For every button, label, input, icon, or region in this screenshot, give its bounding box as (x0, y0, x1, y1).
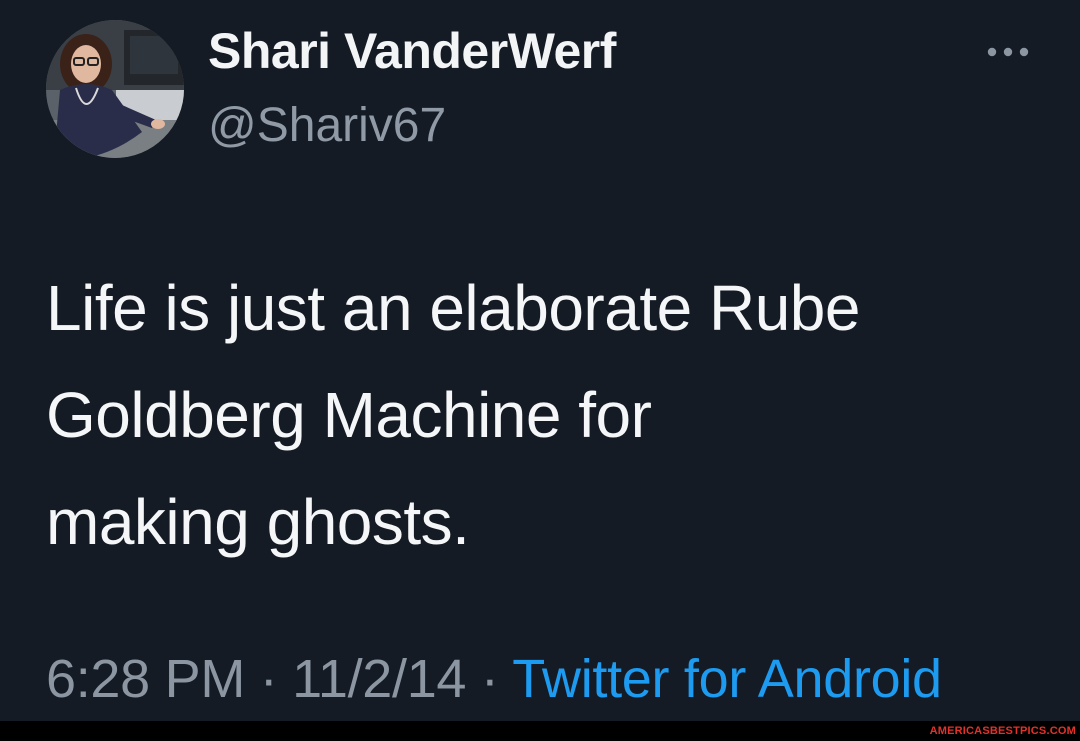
tweet-source-link[interactable]: Twitter for Android (512, 649, 942, 709)
footer-strip: AMERICASBESTPICS.COM (0, 721, 1080, 741)
meta-separator: · (466, 649, 513, 709)
meta-separator: · (245, 649, 293, 709)
tweet-meta: 6:28 PM · 11/2/14 · Twitter for Android (46, 648, 942, 710)
more-options-button[interactable] (982, 38, 1034, 66)
avatar[interactable] (46, 20, 184, 158)
tweet-date[interactable]: 11/2/14 (292, 649, 466, 709)
tweet-time[interactable]: 6:28 PM (46, 649, 245, 709)
tweet-text-line: making ghosts. (46, 486, 470, 558)
more-horizontal-icon (987, 47, 1029, 57)
watermark: AMERICASBESTPICS.COM (929, 725, 1076, 737)
tweet-text-line: Goldberg Machine for (46, 379, 652, 451)
tweet-text-line: Life is just an elaborate Rube (46, 272, 860, 344)
tweet-text: Life is just an elaborate Rube Goldberg … (46, 255, 1046, 576)
tweet-card: Shari VanderWerf @Shariv67 Life is just … (0, 0, 1080, 721)
author-handle[interactable]: @Shariv67 (208, 98, 446, 153)
author-display-name[interactable]: Shari VanderWerf (208, 22, 616, 80)
avatar-photo (46, 20, 184, 158)
